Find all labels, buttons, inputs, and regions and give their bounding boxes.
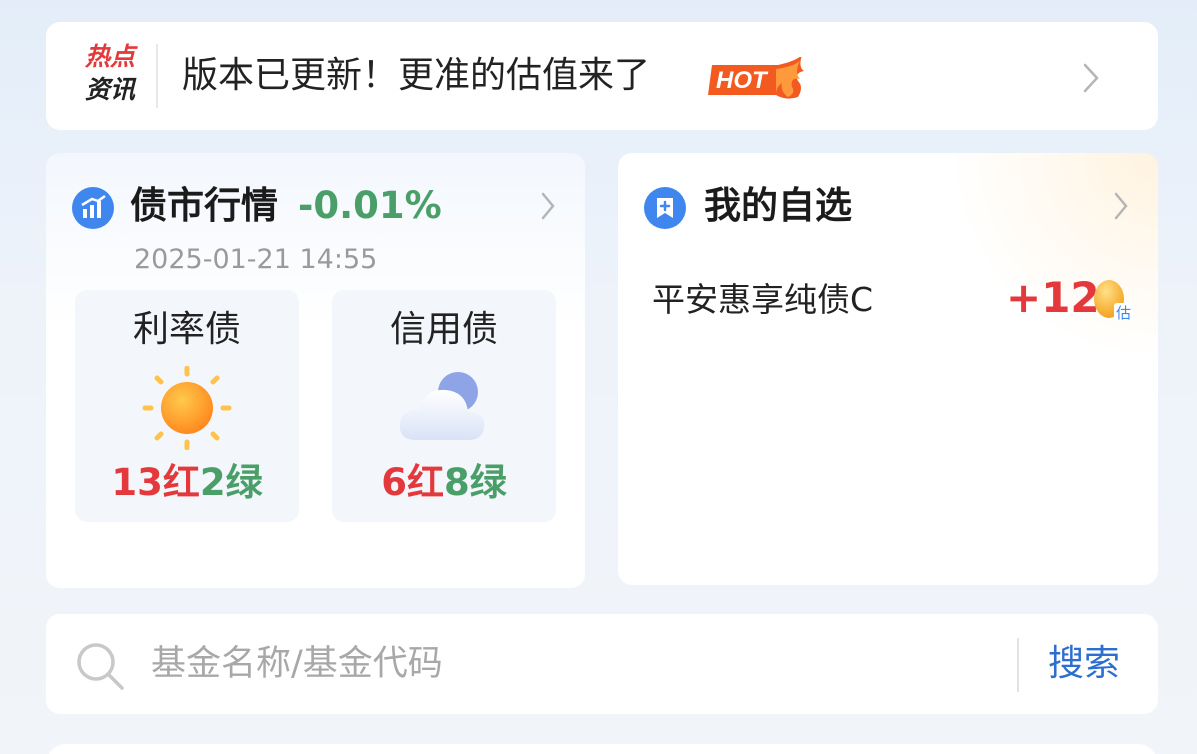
hot-badge-text: HOT <box>716 67 769 94</box>
bookmark-add-icon <box>644 187 686 229</box>
search-button[interactable]: 搜索 <box>1048 642 1120 686</box>
bond-market-timestamp: 2025-01-21 14:55 <box>134 244 378 275</box>
bond-market-card[interactable]: 债市行情 -0.01% 2025-01-21 14:55 利率债 13红2绿 信… <box>46 153 585 588</box>
hot-news-tag-line1: 热点 <box>84 42 135 71</box>
chevron-right-icon[interactable] <box>1112 191 1130 221</box>
rate-bond-green-count: 2绿 <box>199 461 263 504</box>
watchlist-card[interactable]: 我的自选 平安惠享纯债C +12 估 <box>618 153 1158 585</box>
hot-badge-icon: HOT <box>708 57 804 99</box>
news-divider <box>156 44 158 108</box>
hot-news-tag-line2: 资讯 <box>84 75 135 104</box>
sun-icon <box>142 366 232 450</box>
hot-news-tag: 热点 资讯 <box>80 40 140 106</box>
rate-bond-red-count: 13红 <box>111 461 200 504</box>
rate-bond-counts: 13红2绿 <box>75 460 299 506</box>
search-divider <box>1017 638 1019 692</box>
chevron-right-icon[interactable] <box>539 191 557 221</box>
news-headline[interactable]: 版本已更新！更准的估值来了 <box>182 54 650 98</box>
rate-bond-panel[interactable]: 利率债 13红2绿 <box>75 290 299 522</box>
credit-bond-red-count: 6红 <box>381 461 444 504</box>
credit-bond-green-count: 8绿 <box>444 461 507 504</box>
watchlist-fund-name[interactable]: 平安惠享纯债C <box>652 279 873 321</box>
search-input[interactable] <box>151 640 1001 688</box>
next-section-card <box>46 744 1158 754</box>
credit-bond-panel[interactable]: 信用债 6红8绿 <box>332 290 556 522</box>
estimate-badge-icon: 估 <box>1094 280 1134 321</box>
bar-chart-icon <box>72 187 114 229</box>
chevron-right-icon[interactable] <box>1080 62 1102 94</box>
search-bar[interactable]: 搜索 <box>46 614 1158 714</box>
watchlist-title: 我的自选 <box>704 184 852 227</box>
watchlist-fund-value: +12 <box>1006 273 1100 322</box>
credit-bond-counts: 6红8绿 <box>332 460 556 506</box>
search-icon <box>77 643 124 690</box>
bond-market-change: -0.01% <box>298 184 442 227</box>
rate-bond-label: 利率债 <box>132 309 241 350</box>
cloud-icon <box>399 372 485 440</box>
news-banner[interactable]: 热点 资讯 版本已更新！更准的估值来了 HOT <box>46 22 1158 130</box>
credit-bond-label: 信用债 <box>389 309 498 350</box>
bond-market-title: 债市行情 <box>130 184 278 227</box>
estimate-badge-text: 估 <box>1116 304 1131 321</box>
